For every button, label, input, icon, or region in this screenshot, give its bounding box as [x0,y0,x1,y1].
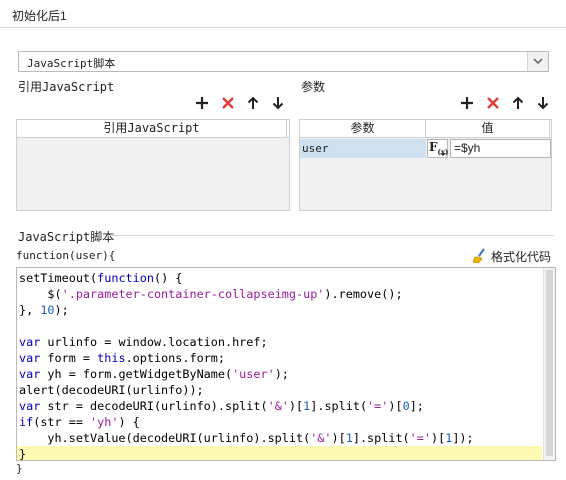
formula-type-dropdown[interactable]: F(x) [427,139,448,158]
code-text: var str = decodeURI(urlinfo).split('&')[… [19,399,424,413]
script-section-label: JavaScript脚本 [18,230,115,244]
code-line: yh.setValue(decodeURI(urlinfo).split('&'… [19,430,474,446]
grid-header: 参数 值 [300,120,551,138]
code-line: }, 10); [19,302,69,318]
param-name-cell[interactable]: user [300,139,426,158]
code-text: yh.setValue(decodeURI(urlinfo).split('&'… [19,431,474,445]
column-header-value[interactable]: 值 [426,120,550,137]
code-text: } [19,447,27,461]
code-text: if(str == 'yh') { [19,415,140,429]
broom-icon [472,248,485,264]
code-text: $('.parameter-container-collapseimg-up')… [19,287,403,301]
format-code-button[interactable]: 格式化代码 [472,247,551,265]
js-reference-grid: 引用JavaScript [16,119,290,211]
code-text: var yh = form.getWidgetByName('user'); [19,367,289,381]
closing-brace: } [16,462,23,475]
code-text: var form = this.options.form; [19,351,225,365]
move-up-icon[interactable] [510,95,526,111]
column-header-js-reference[interactable]: 引用JavaScript [17,120,287,137]
code-line: $('.parameter-container-collapseimg-up')… [19,286,403,302]
column-header-parameter[interactable]: 参数 [300,120,426,137]
format-code-label: 格式化代码 [491,249,552,264]
delete-icon[interactable] [485,95,501,111]
window-title: 初始化后1 [12,9,67,23]
add-icon[interactable] [459,95,475,111]
parameters-grid: 参数 值 user F(x) =$yh [299,119,552,211]
caret-down-icon [440,153,446,156]
select-value: JavaScript脚本 [27,57,116,70]
code-line-active: } [17,446,542,461]
move-down-icon[interactable] [535,95,551,111]
script-type-select[interactable]: JavaScript脚本 [18,51,549,72]
delete-icon[interactable] [220,95,236,111]
param-value-field[interactable]: =$yh [450,139,551,158]
chevron-down-icon[interactable] [527,52,548,71]
move-up-icon[interactable] [245,95,261,111]
parameters-label: 参数 [301,80,326,94]
js-reference-label: 引用JavaScript [18,80,115,94]
table-row[interactable]: user F(x) =$yh [300,138,551,158]
add-icon[interactable] [194,95,210,111]
code-line: var yh = form.getWidgetByName('user'); [19,366,289,382]
section-divider [108,235,554,236]
code-line: alert(decodeURI(urlinfo)); [19,382,204,398]
grid-header: 引用JavaScript [17,120,289,138]
code-line: if(str == 'yh') { [19,414,140,430]
code-line: var urlinfo = window.location.href; [19,334,268,350]
code-text: }, 10); [19,303,69,317]
code-text: setTimeout(function() { [19,271,183,285]
code-text: alert(decodeURI(urlinfo)); [19,383,204,397]
code-line: var str = decodeURI(urlinfo).split('&')[… [19,398,424,414]
code-line: var form = this.options.form; [19,350,225,366]
code-scrollbar[interactable] [543,268,555,460]
code-editor[interactable]: setTimeout(function() { $('.parameter-co… [16,267,556,461]
move-down-icon[interactable] [270,95,286,111]
function-signature: function(user){ [16,249,116,262]
title-bar: 初始化后1 [0,0,566,28]
code-text: var urlinfo = window.location.href; [19,335,268,349]
scrollbar-thumb[interactable] [546,270,553,456]
code-line: setTimeout(function() { [19,270,182,286]
